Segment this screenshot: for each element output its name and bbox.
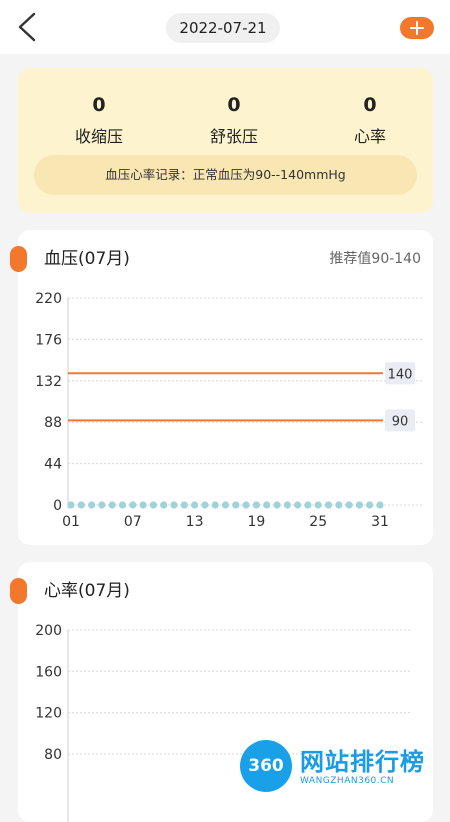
x-tick-label: 19 [247, 514, 265, 530]
y-tick-label: 132 [35, 374, 62, 390]
data-point [283, 501, 291, 509]
x-tick-label: 31 [371, 514, 389, 530]
x-tick-label: 25 [309, 514, 327, 530]
data-point [170, 501, 178, 509]
y-tick-label: 0 [53, 498, 62, 514]
top-bar: 2022-07-21 [0, 0, 450, 54]
watermark-url: WANGZHAN360.CN [300, 776, 395, 786]
data-point [294, 501, 302, 509]
data-point [252, 501, 260, 509]
data-point [355, 501, 363, 509]
stat-diastolic: 0 舒张压 [179, 92, 289, 147]
reference-label: 90 [392, 414, 409, 429]
watermark-badge: 360 [240, 740, 292, 792]
reference-label: 140 [388, 367, 413, 382]
watermark-logo: 360 网站排行榜 WANGZHAN360.CN [238, 738, 450, 800]
data-point [345, 501, 353, 509]
blood-pressure-chart: 220 176 132 88 44 001 07 13 19 25 31 140 90 [35, 291, 423, 530]
stat-diastolic-label: 舒张压 [209, 127, 258, 146]
y-tick-label: 200 [35, 623, 62, 639]
stat-diastolic-value: 0 [227, 94, 241, 116]
data-point [149, 501, 157, 509]
data-point [366, 501, 374, 509]
add-record-button[interactable] [400, 17, 434, 39]
data-point [324, 501, 333, 509]
stat-heart-rate-label: 心率 [353, 127, 386, 146]
data-point [304, 501, 312, 509]
x-tick-label: 01 [62, 514, 80, 530]
data-point [139, 501, 147, 509]
y-tick-label: 160 [35, 664, 62, 680]
watermark-name: 网站排行榜 [300, 748, 425, 776]
y-tick-label: 176 [35, 332, 62, 348]
blood-pressure-card: 血压(07月) 推荐值90-140 220 176 132 88 44 0 01 07 13 19… [10, 230, 433, 545]
data-point [129, 501, 137, 509]
y-tick-label: 44 [44, 457, 62, 473]
summary-card: 0 收缩压 0 舒张压 0 心率 血压心率记录：正常血压为90--140mmHg [18, 68, 433, 213]
stat-heart-rate: 0 心率 [315, 92, 425, 147]
data-point [108, 501, 116, 509]
stat-systolic-label: 收缩压 [74, 127, 123, 146]
data-point [273, 501, 281, 509]
data-point [376, 501, 384, 509]
data-point [160, 501, 168, 509]
data-point [232, 501, 240, 509]
data-point [180, 501, 188, 509]
date-selector[interactable]: 2022-07-21 [166, 13, 280, 43]
data-point [211, 501, 219, 509]
data-point [242, 501, 250, 509]
data-point [67, 501, 75, 509]
data-point [191, 501, 199, 509]
stat-systolic-value: 0 [92, 94, 106, 116]
normal-range-note: 血压心率记录：正常血压为90--140mmHg [34, 155, 417, 195]
data-point [88, 501, 96, 509]
data-point [263, 501, 271, 509]
data-point [98, 501, 106, 509]
x-tick-label: 07 [124, 514, 142, 530]
y-tick-label: 120 [35, 706, 62, 722]
x-tick-label: 13 [186, 514, 204, 530]
data-point [335, 501, 343, 509]
y-tick-label: 80 [44, 747, 62, 763]
stat-systolic: 0 收缩压 [44, 92, 154, 147]
back-arrow-icon[interactable] [14, 12, 40, 42]
stat-heart-rate-value: 0 [363, 94, 377, 116]
data-point [221, 501, 230, 509]
data-point [314, 501, 322, 509]
data-point [118, 501, 127, 509]
data-point [201, 501, 209, 509]
y-tick-label: 220 [35, 291, 62, 307]
y-tick-label: 88 [44, 415, 62, 431]
data-point [77, 501, 85, 509]
